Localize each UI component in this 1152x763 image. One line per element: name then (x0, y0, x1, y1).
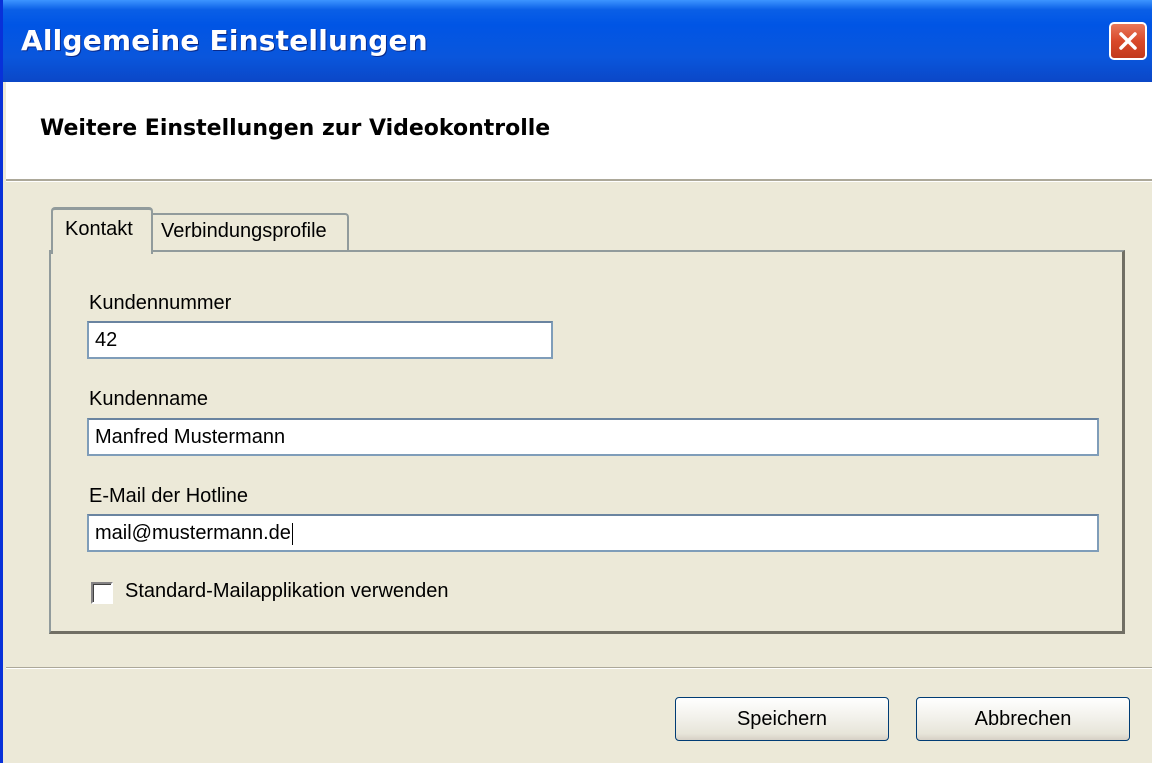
save-button[interactable]: Speichern (675, 697, 889, 741)
dialog-header: Weitere Einstellungen zur Videokontrolle (6, 82, 1152, 179)
email-value: mail@mustermann.de (95, 522, 291, 544)
email-label: E-Mail der Hotline (89, 485, 248, 507)
kundennummer-label: Kundennummer (89, 292, 232, 314)
cancel-button[interactable]: Abbrechen (916, 697, 1130, 741)
kundenname-value: Manfred Mustermann (95, 426, 286, 448)
tab-label: Verbindungsprofile (161, 220, 327, 242)
title-bar[interactable]: Allgemeine Einstellungen (3, 0, 1152, 82)
kundennummer-field[interactable]: 42 (87, 321, 553, 359)
close-button[interactable] (1109, 22, 1147, 60)
header-divider (6, 179, 1152, 182)
tab-verbindungsprofile[interactable]: Verbindungsprofile (153, 213, 349, 250)
header-title: Weitere Einstellungen zur Videokontrolle (40, 116, 551, 141)
close-x-icon (1119, 32, 1137, 50)
kundenname-field[interactable]: Manfred Mustermann (87, 418, 1099, 456)
tab-kontakt[interactable]: Kontakt (51, 207, 153, 254)
kundenname-label: Kundenname (89, 388, 208, 410)
kundennummer-value: 42 (95, 329, 118, 351)
standard-mail-checkbox-label[interactable]: Standard-Mailapplikation verwenden (125, 580, 449, 603)
window-title: Allgemeine Einstellungen (21, 24, 428, 57)
settings-dialog: Allgemeine Einstellungen Weitere Einstel… (0, 0, 1152, 763)
standard-mail-checkbox[interactable] (91, 582, 113, 604)
email-field[interactable]: mail@mustermann.de (87, 514, 1099, 552)
tab-label: Kontakt (65, 218, 133, 240)
footer-divider (6, 667, 1152, 669)
text-cursor (291, 522, 293, 545)
